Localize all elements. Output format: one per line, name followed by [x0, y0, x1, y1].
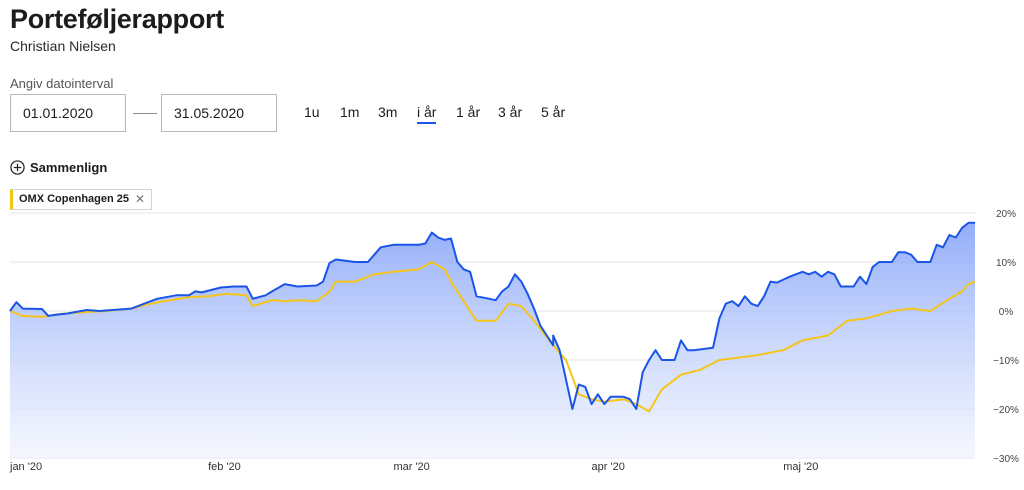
page-title: Porteføljerapport: [10, 4, 224, 34]
plus-circle-icon: [10, 160, 25, 175]
period-ytd[interactable]: i år: [417, 104, 437, 124]
y-tick-label: 0%: [999, 307, 1014, 318]
period-3-months[interactable]: 3m: [378, 104, 397, 120]
period-1-week[interactable]: 1u: [304, 104, 320, 120]
date-range-label: Angiv datointerval: [10, 76, 114, 91]
x-tick-label: apr '20: [592, 461, 625, 473]
y-tick-label: −10%: [993, 356, 1019, 367]
performance-chart: 20% 10% 0% −10% −20% −30% jan '20 feb '20 mar '…: [9, 209, 1019, 473]
x-tick-label: feb '20: [208, 461, 241, 473]
period-3-years[interactable]: 3 år: [498, 104, 522, 120]
x-tick-label: mar '20: [393, 461, 429, 473]
y-tick-label: −20%: [993, 405, 1019, 416]
y-tick-label: 20%: [996, 209, 1016, 220]
date-range-separator: [133, 113, 157, 114]
portfolio-area: [10, 222, 975, 458]
period-1-month[interactable]: 1m: [340, 104, 359, 120]
x-tick-label: jan '20: [9, 461, 42, 473]
compare-label: Sammenlign: [30, 160, 108, 175]
date-to-field[interactable]: 31.05.2020: [161, 94, 277, 132]
y-tick-label: 10%: [996, 258, 1016, 269]
compare-button[interactable]: Sammenlign: [10, 160, 107, 175]
period-1-year[interactable]: 1 år: [456, 104, 480, 120]
period-5-years[interactable]: 5 år: [541, 104, 565, 120]
x-tick-label: maj '20: [783, 461, 818, 473]
y-tick-label: −30%: [993, 454, 1019, 465]
owner-name: Christian Nielsen: [10, 38, 116, 54]
date-from-field[interactable]: 01.01.2020: [10, 94, 126, 132]
